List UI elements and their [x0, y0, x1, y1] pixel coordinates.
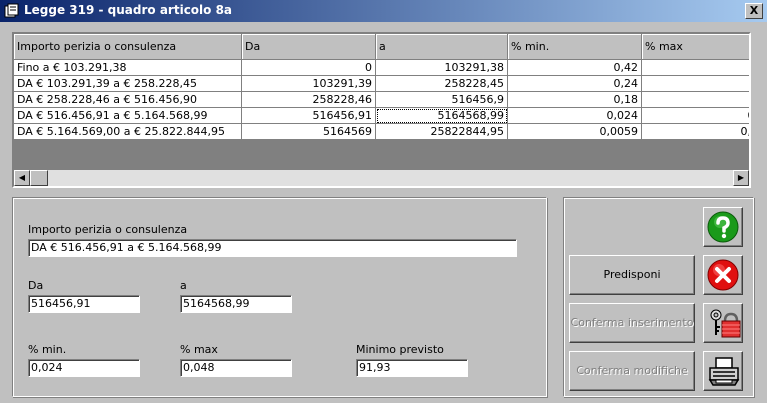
- cell-min[interactable]: 0,024: [508, 108, 642, 124]
- table-row[interactable]: DA € 258.228,46 a € 516.456,90 258228,46…: [14, 92, 749, 108]
- column-header-a[interactable]: a: [376, 34, 508, 60]
- da-field[interactable]: 516456,91: [28, 295, 140, 313]
- cell-a[interactable]: 25822844,95: [376, 124, 508, 140]
- conferma-inserimento-button[interactable]: Conferma inserimento: [569, 303, 695, 343]
- cell-da[interactable]: 5164569: [242, 124, 376, 140]
- cell-da[interactable]: 103291,39: [242, 76, 376, 92]
- help-button[interactable]: [703, 207, 743, 247]
- data-grid[interactable]: Importo perizia o consulenza Da a % min.…: [12, 32, 751, 188]
- lock-key-icon: [710, 309, 741, 338]
- cell-importo[interactable]: Fino a € 103.291,38: [14, 60, 242, 76]
- cell-min[interactable]: 0,42: [508, 60, 642, 76]
- printer-icon: [708, 357, 740, 386]
- table-row[interactable]: DA € 5.164.569,00 a € 25.822.844,95 5164…: [14, 124, 749, 140]
- cell-max[interactable]: 0: [642, 60, 749, 76]
- minimo-label: Minimo previsto: [356, 343, 444, 356]
- cell-importo[interactable]: DA € 516.456,91 a € 5.164.568,99: [14, 108, 242, 124]
- cell-da[interactable]: 516456,91: [242, 108, 376, 124]
- min-label: % min.: [28, 343, 67, 356]
- window-title: Legge 319 - quadro articolo 8a: [24, 3, 233, 17]
- cell-da[interactable]: 0: [242, 60, 376, 76]
- conferma-modifiche-label: Conferma modifiche: [576, 364, 688, 377]
- cell-importo[interactable]: DA € 103.291,39 a € 258.228,45: [14, 76, 242, 92]
- cancel-button[interactable]: [703, 255, 743, 295]
- action-panel: Predisponi inserimento Conferma inserime…: [563, 197, 754, 397]
- detail-panel: Importo perizia o consulenza DA € 516.45…: [12, 197, 547, 397]
- max-label: % max: [180, 343, 218, 356]
- column-header-min[interactable]: % min.: [508, 34, 642, 60]
- table-row[interactable]: DA € 103.291,39 a € 258.228,45 103291,39…: [14, 76, 749, 92]
- cell-a[interactable]: 103291,38: [376, 60, 508, 76]
- cell-importo[interactable]: DA € 5.164.569,00 a € 25.822.844,95: [14, 124, 242, 140]
- cell-min[interactable]: 0,18: [508, 92, 642, 108]
- da-label: Da: [28, 279, 44, 292]
- cell-max[interactable]: 0,: [642, 108, 749, 124]
- cell-max[interactable]: 0: [642, 76, 749, 92]
- importo-field[interactable]: DA € 516.456,91 a € 5.164.568,99: [28, 239, 517, 257]
- cell-max[interactable]: 0: [642, 92, 749, 108]
- predisponi-inserimento-button[interactable]: Predisponi inserimento: [569, 255, 695, 319]
- cell-max[interactable]: 0,0: [642, 124, 749, 140]
- max-field[interactable]: 0,048: [180, 359, 292, 377]
- conferma-inserimento-label: Conferma inserimento: [570, 316, 694, 329]
- security-button[interactable]: [703, 303, 743, 343]
- help-icon: [707, 211, 739, 243]
- grid-header: Importo perizia o consulenza Da a % min.…: [14, 34, 749, 60]
- cell-min[interactable]: 0,0059: [508, 124, 642, 140]
- app-icon: [4, 3, 19, 18]
- cell-a[interactable]: 258228,45: [376, 76, 508, 92]
- conferma-modifiche-button[interactable]: Conferma modifiche: [569, 351, 695, 391]
- cell-importo[interactable]: DA € 258.228,46 a € 516.456,90: [14, 92, 242, 108]
- title-bar: Legge 319 - quadro articolo 8a X: [0, 0, 767, 22]
- scroll-thumb[interactable]: [30, 170, 48, 186]
- cell-a-focused[interactable]: 5164568,99: [376, 108, 508, 124]
- minimo-field[interactable]: 91,93: [356, 359, 468, 377]
- column-header-da[interactable]: Da: [242, 34, 376, 60]
- cell-a[interactable]: 516456,9: [376, 92, 508, 108]
- cell-da[interactable]: 258228,46: [242, 92, 376, 108]
- a-field[interactable]: 5164568,99: [180, 295, 292, 313]
- print-button[interactable]: [703, 351, 743, 391]
- scroll-left-icon[interactable]: ◀: [14, 170, 30, 186]
- table-row[interactable]: Fino a € 103.291,38 0 103291,38 0,42 0: [14, 60, 749, 76]
- cell-min[interactable]: 0,24: [508, 76, 642, 92]
- close-button[interactable]: X: [745, 3, 763, 19]
- min-field[interactable]: 0,024: [28, 359, 140, 377]
- table-row-selected[interactable]: DA € 516.456,91 a € 5.164.568,99 516456,…: [14, 108, 749, 124]
- a-label: a: [180, 279, 187, 292]
- horizontal-scrollbar[interactable]: ◀ ▶: [14, 170, 749, 186]
- scroll-right-icon[interactable]: ▶: [733, 170, 749, 186]
- importo-label: Importo perizia o consulenza: [28, 223, 188, 236]
- cancel-icon: [707, 259, 739, 291]
- column-header-max[interactable]: % max: [642, 34, 749, 60]
- column-header-importo[interactable]: Importo perizia o consulenza: [14, 34, 242, 60]
